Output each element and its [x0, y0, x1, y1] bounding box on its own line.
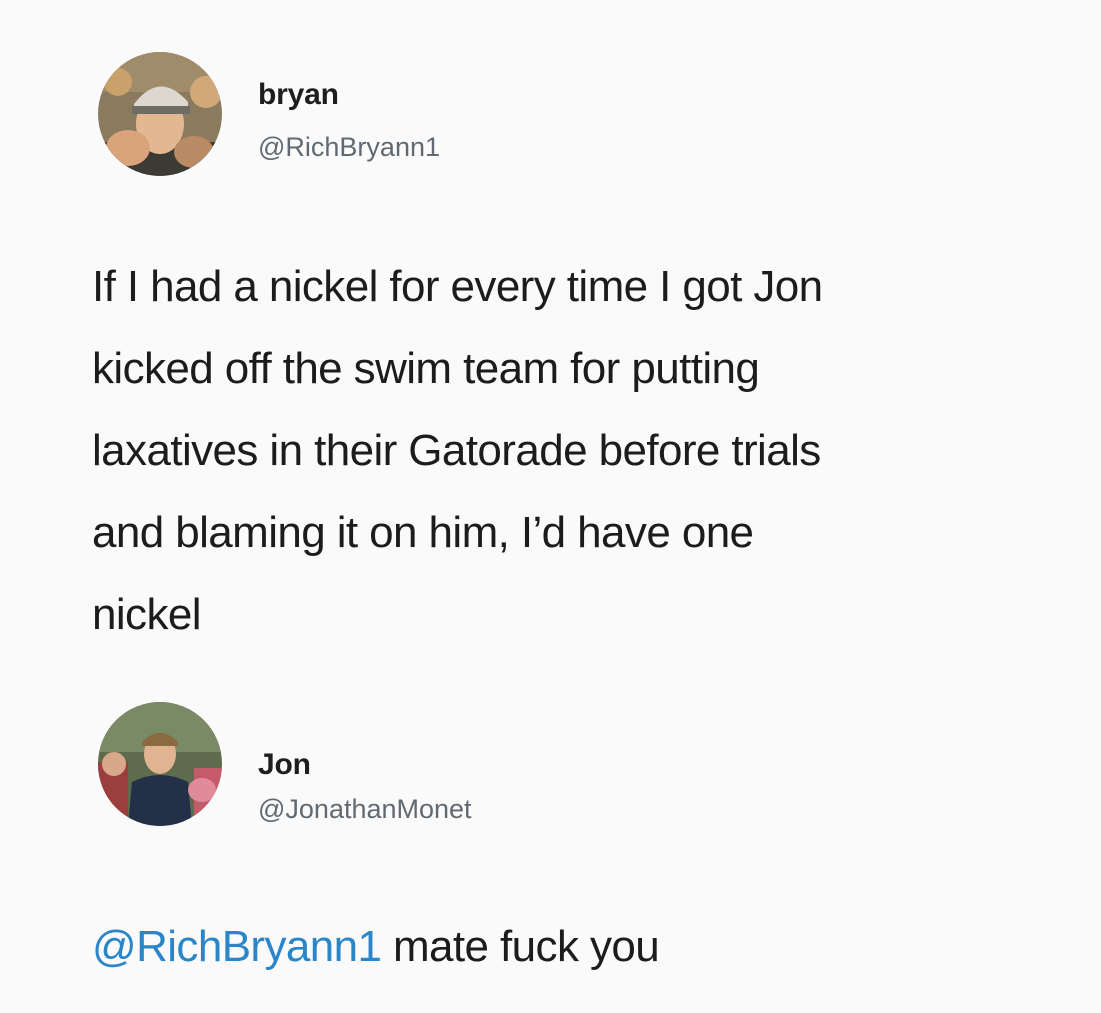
tweet-text-line: and blaming it on him, I’d have one — [92, 508, 754, 557]
tweet-text: If I had a nickel for every time I got J… — [92, 246, 1052, 656]
bryan-display-name[interactable]: bryan — [258, 78, 339, 112]
jon-display-name[interactable]: Jon — [258, 748, 311, 782]
jon-handle[interactable]: @JonathanMonet — [258, 794, 472, 825]
reply-mention-link[interactable]: @RichBryann1 — [92, 922, 382, 971]
reply-text: @RichBryann1 mate fuck you — [92, 922, 660, 972]
original-tweet: bryan @RichBryann1 If I had a nickel for… — [0, 0, 1101, 680]
reply-message: mate fuck you — [381, 922, 660, 971]
reply-tweet: Jon @JonathanMonet @RichBryann1 mate fuc… — [0, 690, 1101, 1013]
tweet-text-line: nickel — [92, 590, 202, 639]
bryan-avatar[interactable] — [98, 52, 222, 176]
jon-avatar[interactable] — [98, 702, 222, 826]
bryan-handle[interactable]: @RichBryann1 — [258, 132, 440, 163]
jon-avatar-image — [98, 702, 222, 826]
tweet-text-line: If I had a nickel for every time I got J… — [92, 262, 823, 311]
tweet-text-line: kicked off the swim team for putting — [92, 344, 760, 393]
bryan-avatar-image — [98, 52, 222, 176]
tweet-text-line: laxatives in their Gatorade before trial… — [92, 426, 821, 475]
